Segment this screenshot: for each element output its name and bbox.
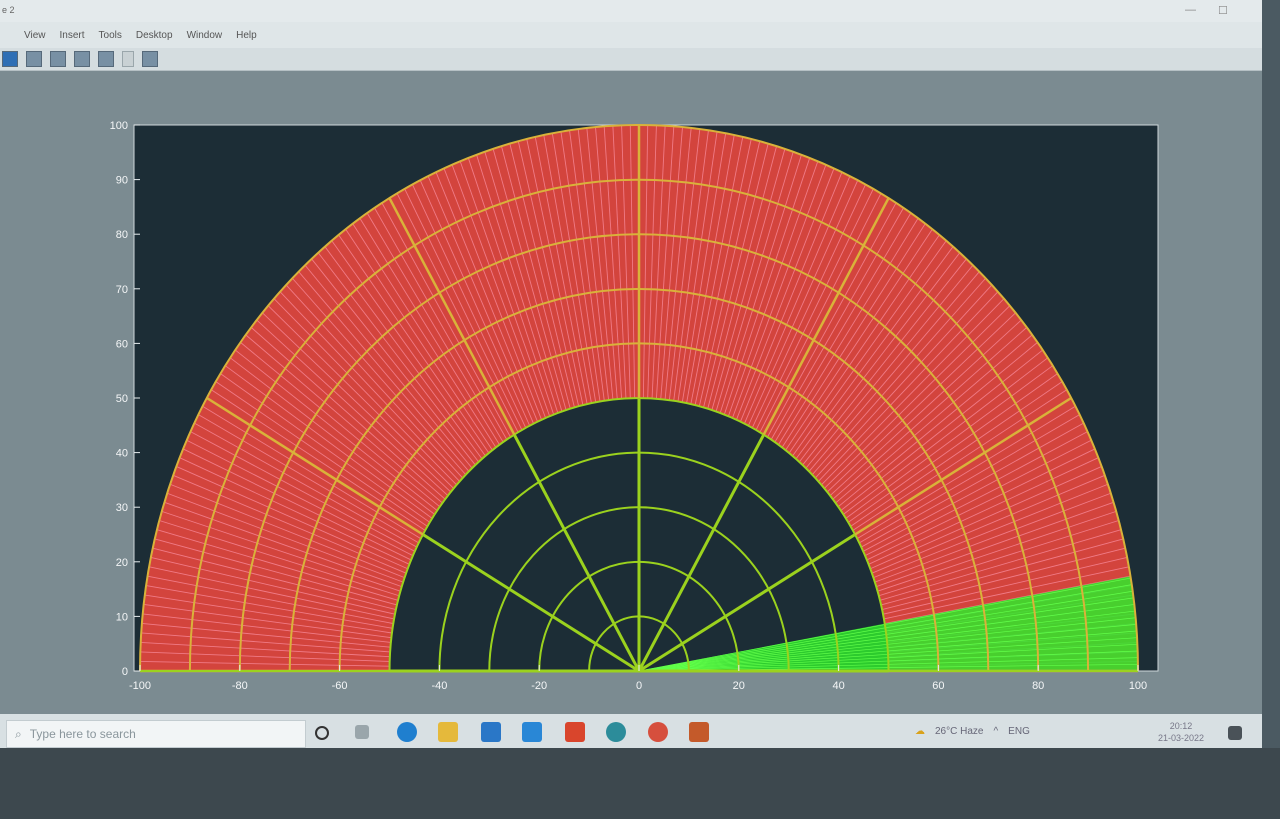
y-tick-label: 100 [110,120,128,132]
weather-text[interactable]: 26°C Haze [935,726,983,737]
monitor-bezel [0,748,1280,819]
menu-window[interactable]: Window [187,30,223,41]
minimize-icon[interactable]: — [1185,4,1196,16]
maximize-icon[interactable]: ☐ [1218,4,1228,17]
menu-view[interactable]: View [24,30,46,41]
edge-icon[interactable] [397,722,417,742]
figure-area: -100 -80 -60 -40 -20 0 20 40 60 80 100 0 10 20 30 40 50 6… [0,71,1262,714]
dock-icon[interactable] [142,51,158,67]
copy-icon[interactable] [50,51,66,67]
clock[interactable]: 20:12 21-03-2022 [1158,720,1204,744]
screen: e 2 — ☐ View Insert Tools Desktop Window… [0,0,1262,752]
search-icon: ⌕ [15,726,22,741]
y-tick-label: 20 [116,557,128,569]
search-box[interactable]: ⌕ Type here to search [6,720,306,748]
y-tick-label: 40 [116,448,128,460]
y-tick-label: 50 [116,393,128,405]
system-tray: ☁ 26°C Haze ^ ENG [915,726,1030,737]
x-tick-label: -100 [129,680,151,692]
menu-tools[interactable]: Tools [99,30,122,41]
search-placeholder: Type here to search [29,727,136,741]
notification-icon[interactable] [1228,726,1242,740]
window-title: e 2 [2,5,15,15]
x-tick-label: -20 [531,680,547,692]
matlab-icon[interactable] [689,722,709,742]
lang-text[interactable]: ENG [1008,726,1030,737]
taskview-icon[interactable] [355,725,369,739]
y-tick-label: 0 [122,666,128,678]
title-bar: e 2 — ☐ [0,0,1262,22]
chrome-icon[interactable] [648,722,668,742]
x-tick-label: 40 [832,680,844,692]
files-icon[interactable] [438,722,458,742]
store-icon[interactable] [522,722,542,742]
office-icon[interactable] [565,722,585,742]
mail-icon[interactable] [481,722,501,742]
save-icon[interactable] [2,51,18,67]
cortana-icon[interactable] [315,726,329,740]
pointer-icon[interactable] [122,51,134,67]
y-tick-label: 60 [116,338,128,350]
weather-icon: ☁ [915,726,925,737]
x-tick-label: -40 [431,680,447,692]
x-tick-label: 80 [1032,680,1044,692]
y-tick-label: 90 [116,175,128,187]
x-tick-label: 0 [636,680,642,692]
menu-desktop[interactable]: Desktop [136,30,173,41]
y-tick-label: 30 [116,502,128,514]
menu-help[interactable]: Help [236,30,257,41]
menu-bar: View Insert Tools Desktop Window Help [0,22,1262,48]
print-icon[interactable] [26,51,42,67]
x-tick-label: 20 [733,680,745,692]
x-tick-label: 60 [932,680,944,692]
x-tick-label: 100 [1129,680,1147,692]
teams-icon[interactable] [606,722,626,742]
x-tick-label: -80 [232,680,248,692]
y-tick-label: 10 [116,611,128,623]
taskbar: ⌕ Type here to search ☁ 26°C Haze ^ ENG … [0,714,1262,752]
page-icon[interactable] [74,51,90,67]
x-tick-label: -60 [332,680,348,692]
clock-date: 21-03-2022 [1158,733,1205,743]
menu-insert[interactable]: Insert [60,30,85,41]
layout-icon[interactable] [98,51,114,67]
figure-toolbar [0,48,1262,71]
tray-chevron-icon[interactable]: ^ [993,726,998,737]
clock-time: 20:12 [1169,721,1193,731]
y-tick-label: 80 [116,229,128,241]
y-tick-label: 70 [116,284,128,296]
radar-chart: -100 -80 -60 -40 -20 0 20 40 60 80 100 0 10 20 30 40 50 6… [110,120,1159,692]
